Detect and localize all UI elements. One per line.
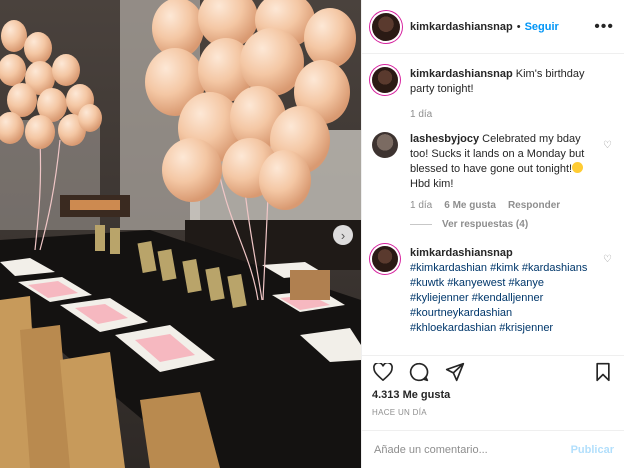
comment-time[interactable]: 1 día <box>410 200 432 211</box>
caption-text-block: kimkardashiansnap Kim's birthday party t… <box>410 67 590 97</box>
hashtag-link[interactable]: #kanyewest <box>447 277 505 289</box>
caption-comment: kimkardashiansnap Kim's birthday party t… <box>372 67 614 97</box>
comments-list[interactable]: kimkardashiansnap Kim's birthday party t… <box>362 55 624 353</box>
comment-likes-count[interactable]: 6 Me gusta <box>444 200 496 211</box>
comment-username[interactable]: lashesbyjocy <box>410 133 479 145</box>
add-comment-bar: Publicar <box>362 430 624 468</box>
commenter-avatar[interactable] <box>372 132 398 158</box>
publish-button[interactable]: Publicar <box>571 444 614 456</box>
hashtag-link[interactable]: #kourtneykardashian <box>410 307 512 319</box>
post-photo[interactable]: › <box>0 0 361 468</box>
hashtag-link[interactable]: #kyliejenner <box>410 292 469 304</box>
hashtag-link[interactable]: #krisjenner <box>499 322 553 334</box>
hashtag-link[interactable]: #kimk <box>490 262 519 274</box>
header-separator: • <box>516 20 521 33</box>
comment-like-heart-icon[interactable]: ♡ <box>603 140 612 151</box>
post-actions-bar <box>362 355 624 387</box>
instagram-post: › kimkardashiansnap • Seguir ••• kimkard… <box>0 0 624 468</box>
author-avatar[interactable] <box>372 12 400 41</box>
more-options-icon[interactable]: ••• <box>594 18 614 36</box>
hashtag-link[interactable]: #kuwtk <box>410 277 444 289</box>
reply-button[interactable]: Responder <box>508 200 560 211</box>
comment-meta: 1 día 6 Me gusta Responder <box>410 200 614 211</box>
hashtags-comment: kimkardashiansnap #kimkardashian #kimk #… <box>372 246 614 336</box>
paper-plane-icon[interactable] <box>444 361 466 383</box>
hashtags-text-block: kimkardashiansnap #kimkardashian #kimk #… <box>410 246 590 336</box>
view-replies-label: Ver respuestas (4) <box>442 219 529 230</box>
comment-text-end: Hbd kim! <box>410 178 454 190</box>
hashtag-commenter-avatar[interactable] <box>372 246 398 272</box>
caption-meta: 1 día <box>410 109 614 120</box>
post-header: kimkardashiansnap • Seguir ••• <box>362 0 624 54</box>
hashtags-username[interactable]: kimkardashiansnap <box>410 247 513 259</box>
comment-like-heart-icon[interactable]: ♡ <box>603 254 612 265</box>
add-comment-input[interactable] <box>372 442 571 457</box>
caption-username[interactable]: kimkardashiansnap <box>410 68 513 80</box>
comment-row: lashesbyjocy Celebrated my bday too! Suc… <box>372 132 614 192</box>
smile-emoji-icon <box>572 162 584 173</box>
next-photo-arrow-icon[interactable]: › <box>333 225 353 245</box>
post-side-panel: kimkardashiansnap • Seguir ••• kimkardas… <box>361 0 624 468</box>
post-timestamp[interactable]: HACE UN DÍA <box>372 408 427 417</box>
comment-bubble-icon[interactable] <box>408 361 430 383</box>
hashtag-link[interactable]: #kendalljenner <box>472 292 544 304</box>
hashtag-link[interactable]: #khloekardashian <box>410 322 496 334</box>
caption-time[interactable]: 1 día <box>410 109 432 120</box>
party-scene-image <box>0 0 361 468</box>
view-replies-button[interactable]: Ver respuestas (4) <box>410 219 614 230</box>
caption-avatar[interactable] <box>372 67 398 93</box>
comment-text-block: lashesbyjocy Celebrated my bday too! Suc… <box>410 132 590 192</box>
heart-outline-icon[interactable] <box>372 361 394 383</box>
hashtag-link[interactable]: #kimkardashian <box>410 262 487 274</box>
hashtag-link[interactable]: #kardashians <box>522 262 587 274</box>
hashtag-link[interactable]: #kanye <box>508 277 543 289</box>
follow-button[interactable]: Seguir <box>525 21 559 33</box>
likes-count[interactable]: 4.313 Me gusta <box>372 389 450 401</box>
author-username[interactable]: kimkardashiansnap <box>410 21 513 33</box>
bookmark-icon[interactable] <box>592 361 614 383</box>
replies-divider-line <box>410 223 432 225</box>
